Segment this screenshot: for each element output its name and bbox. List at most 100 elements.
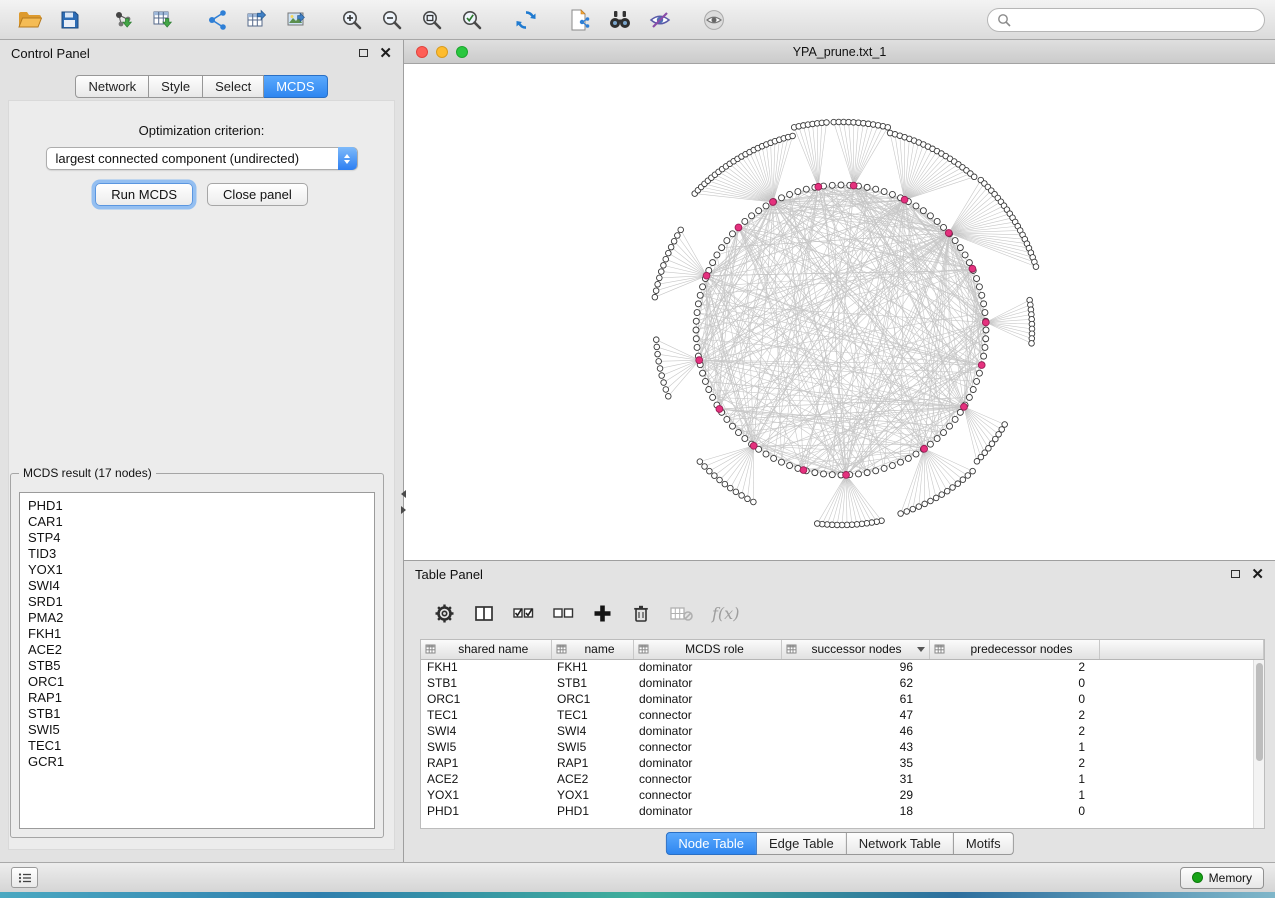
search-icon (997, 13, 1011, 27)
table-row[interactable]: ACE2ACE2connector311 (421, 771, 1264, 787)
mcds-result-item[interactable]: SWI5 (28, 722, 374, 738)
tab-node-table[interactable]: Node Table (665, 832, 757, 855)
tab-network-table[interactable]: Network Table (847, 832, 954, 855)
mcds-result-item[interactable]: TEC1 (28, 738, 374, 754)
table-row[interactable]: SWI5SWI5connector431 (421, 739, 1264, 755)
mcds-result-item[interactable]: STB5 (28, 658, 374, 674)
export-table-button[interactable] (238, 4, 278, 36)
mcds-result-item[interactable]: YOX1 (28, 562, 374, 578)
plus-icon (593, 604, 612, 623)
table-row[interactable]: RAP1RAP1dominator352 (421, 755, 1264, 771)
table-row[interactable]: STB1STB1dominator620 (421, 675, 1264, 691)
mcds-result-item[interactable]: ORC1 (28, 674, 374, 690)
table-row[interactable]: FKH1FKH1dominator962 (421, 659, 1264, 675)
close-mcds-panel-button[interactable]: Close panel (207, 183, 308, 206)
table-row[interactable]: TEC1TEC1connector472 (421, 707, 1264, 723)
table-header-row: shared name name MCDS role successor nod… (421, 640, 1264, 659)
column-header-name[interactable]: name (551, 640, 633, 659)
select-all-icon (513, 605, 534, 621)
table-cell: 18 (781, 803, 929, 819)
mcds-result-item[interactable]: RAP1 (28, 690, 374, 706)
clear-table-button[interactable] (670, 605, 693, 622)
tab-motifs[interactable]: Motifs (954, 832, 1014, 855)
column-header-filler (1099, 640, 1264, 659)
tab-edge-table[interactable]: Edge Table (757, 832, 847, 855)
table-row[interactable]: YOX1YOX1connector291 (421, 787, 1264, 803)
deselect-all-rows-button[interactable] (553, 605, 574, 621)
column-header-mcds-role[interactable]: MCDS role (633, 640, 781, 659)
mcds-result-item[interactable]: SWI4 (28, 578, 374, 594)
mcds-result-list[interactable]: PHD1CAR1STP4TID3YOX1SWI4SRD1PMA2FKH1ACE2… (19, 492, 375, 829)
refresh-view-button[interactable] (506, 4, 546, 36)
mcds-result-item[interactable]: FKH1 (28, 626, 374, 642)
tab-style[interactable]: Style (149, 75, 203, 98)
column-header-predecessor-nodes[interactable]: predecessor nodes (929, 640, 1099, 659)
scrollbar-thumb[interactable] (1256, 663, 1263, 761)
export-network-icon (207, 9, 229, 31)
create-view-button[interactable] (560, 4, 600, 36)
hide-selected-button[interactable] (640, 4, 680, 36)
table-cell: ORC1 (551, 691, 633, 707)
mcds-result-item[interactable]: GCR1 (28, 754, 374, 770)
zoom-fit-button[interactable] (412, 4, 452, 36)
import-network-button[interactable] (104, 4, 144, 36)
mcds-result-item[interactable]: PHD1 (28, 498, 374, 514)
search-input[interactable] (1016, 13, 1255, 27)
close-table-panel-icon[interactable]: ✕ (1251, 567, 1264, 582)
toggle-columns-button[interactable] (474, 604, 494, 623)
memory-status-icon (1192, 872, 1203, 883)
splitter-handle[interactable] (400, 482, 407, 522)
zoom-out-icon (381, 9, 403, 31)
criterion-dropdown[interactable]: largest connected component (undirected) (46, 147, 358, 170)
table-cell-filler (1099, 803, 1264, 819)
memory-button[interactable]: Memory (1180, 867, 1264, 889)
column-header-shared-name[interactable]: shared name (421, 640, 551, 659)
table-cell: YOX1 (421, 787, 551, 803)
close-panel-icon[interactable]: ✕ (379, 46, 392, 61)
search-box[interactable] (987, 8, 1265, 32)
mcds-result-item[interactable]: PMA2 (28, 610, 374, 626)
table-scrollbar[interactable] (1253, 660, 1264, 828)
mcds-result-item[interactable]: TID3 (28, 546, 374, 562)
network-window-titlebar[interactable]: YPA_prune.txt_1 (404, 40, 1275, 64)
table-settings-button[interactable] (434, 603, 455, 624)
add-column-button[interactable] (593, 604, 612, 623)
table-row[interactable]: ORC1ORC1dominator610 (421, 691, 1264, 707)
import-table-button[interactable] (144, 4, 184, 36)
table-panel-header: Table Panel ✕ (404, 561, 1275, 587)
table-row[interactable]: SWI4SWI4dominator462 (421, 723, 1264, 739)
tab-network[interactable]: Network (75, 75, 149, 98)
table-cell: 47 (781, 707, 929, 723)
task-history-button[interactable] (11, 867, 38, 888)
show-all-button[interactable] (694, 4, 734, 36)
network-canvas[interactable] (404, 64, 1274, 559)
save-session-button[interactable] (50, 4, 90, 36)
table-row[interactable]: PHD1PHD1dominator180 (421, 803, 1264, 819)
mcds-result-item[interactable]: SRD1 (28, 594, 374, 610)
delete-column-button[interactable] (631, 603, 651, 623)
mcds-result-item[interactable]: STP4 (28, 530, 374, 546)
export-network-button[interactable] (198, 4, 238, 36)
function-builder-button[interactable]: f(x) (712, 604, 739, 623)
mcds-result-item[interactable]: STB1 (28, 706, 374, 722)
zoom-in-button[interactable] (332, 4, 372, 36)
mcds-result-item[interactable]: CAR1 (28, 514, 374, 530)
table-cell: dominator (633, 691, 781, 707)
column-header-successor-nodes[interactable]: successor nodes (781, 640, 929, 659)
mcds-result-item[interactable]: ACE2 (28, 642, 374, 658)
table-cell: ORC1 (421, 691, 551, 707)
open-file-button[interactable] (10, 4, 50, 36)
float-table-panel-icon[interactable] (1231, 570, 1240, 578)
export-image-button[interactable] (278, 4, 318, 36)
zoom-out-button[interactable] (372, 4, 412, 36)
find-button[interactable] (600, 4, 640, 36)
float-panel-icon[interactable] (359, 49, 368, 57)
tab-mcds[interactable]: MCDS (264, 75, 327, 98)
run-mcds-button[interactable]: Run MCDS (95, 183, 193, 206)
table-cell: 1 (929, 771, 1099, 787)
select-all-rows-button[interactable] (513, 605, 534, 621)
table-cell: PHD1 (421, 803, 551, 819)
zoom-selected-button[interactable] (452, 4, 492, 36)
tab-select[interactable]: Select (203, 75, 264, 98)
control-panel-tabs: Network Style Select MCDS (0, 75, 403, 98)
